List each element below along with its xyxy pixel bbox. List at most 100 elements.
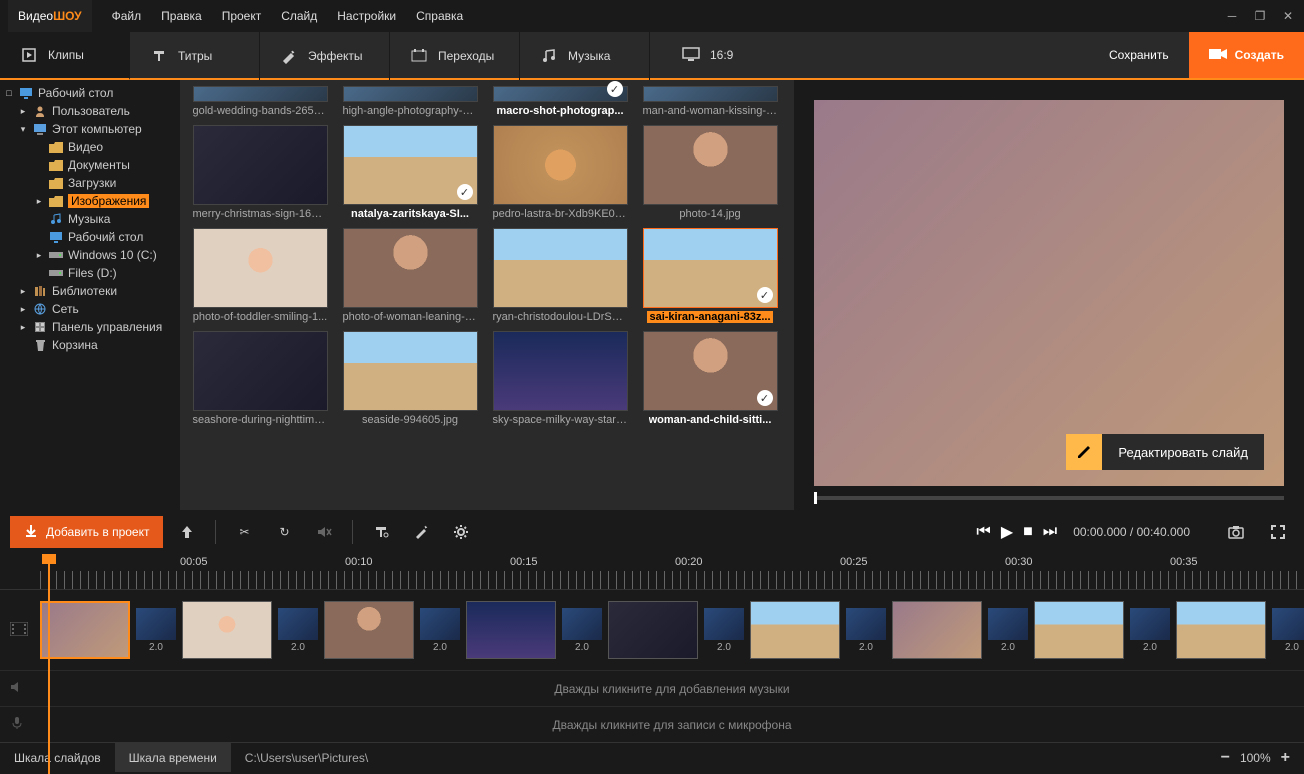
transitions-icon [410, 47, 428, 65]
thumbnail[interactable]: photo-of-woman-leaning-o... [340, 228, 480, 323]
playhead[interactable] [48, 554, 50, 774]
thumbnail[interactable]: ✓natalya-zaritskaya-SI... [340, 125, 480, 220]
transition[interactable]: 2.0 [136, 608, 176, 653]
music-icon [48, 212, 64, 226]
trash-icon [32, 338, 48, 352]
menu-справка[interactable]: Справка [408, 3, 471, 29]
timeline-clip[interactable] [608, 601, 698, 659]
edit-slide-button[interactable]: Редактировать слайд [1066, 434, 1264, 470]
thumbnail[interactable]: pedro-lastra-br-Xdb9KE0Q... [490, 125, 630, 220]
text-tool-button[interactable] [365, 516, 397, 548]
tree-item-документы[interactable]: Документы [0, 156, 180, 174]
up-arrow-button[interactable] [171, 516, 203, 548]
add-to-project-button[interactable]: Добавить в проект [10, 516, 163, 548]
aspect-ratio[interactable]: 16:9 [670, 47, 745, 64]
menu-файл[interactable]: Файл [104, 3, 150, 29]
tab-titles[interactable]: Титры [130, 32, 260, 80]
tree-item-музыка[interactable]: Музыка [0, 210, 180, 228]
folder-icon [48, 176, 64, 190]
ruler-label: 00:10 [345, 556, 373, 568]
tree-item-загрузки[interactable]: Загрузки [0, 174, 180, 192]
next-button[interactable]: ⏭ [1043, 523, 1057, 541]
tree-item-сеть[interactable]: ▸Сеть [0, 300, 180, 318]
menu-проект[interactable]: Проект [214, 3, 270, 29]
maximize-button[interactable]: ❐ [1252, 8, 1268, 24]
save-button[interactable]: Сохранить [1089, 32, 1189, 78]
mic-track[interactable]: Дважды кликните для записи с микрофона [0, 706, 1304, 742]
transition[interactable]: 2.0 [704, 608, 744, 653]
minimize-button[interactable]: ─ [1224, 8, 1240, 24]
zoom-out-button[interactable]: − [1221, 749, 1230, 767]
settings-button[interactable] [445, 516, 477, 548]
timeline-clip[interactable] [40, 601, 130, 659]
timeline-ruler[interactable]: 00:0500:1000:1500:2000:2500:3000:35 [0, 554, 1304, 590]
thumbnail[interactable]: gold-wedding-bands-2657... [190, 86, 330, 117]
tab-clips[interactable]: Клипы [0, 32, 130, 80]
preview-scrubber[interactable] [814, 496, 1284, 500]
tree-item-files--d--[interactable]: Files (D:) [0, 264, 180, 282]
timeline-clip[interactable] [466, 601, 556, 659]
video-track[interactable]: 2.0 2.0 2.0 2.0 2.0 2.0 2.0 2.0 2.0 [0, 590, 1304, 670]
thumbnail[interactable]: photo-of-toddler-smiling-1... [190, 228, 330, 323]
timeline-clip[interactable] [750, 601, 840, 659]
folder-icon [48, 140, 64, 154]
play-button[interactable]: ▶ [1001, 522, 1013, 542]
snapshot-button[interactable] [1220, 516, 1252, 548]
close-button[interactable]: ✕ [1280, 8, 1296, 24]
transition[interactable]: 2.0 [278, 608, 318, 653]
thumbnail[interactable]: man-and-woman-kissing-2... [640, 86, 780, 117]
zoom-in-button[interactable]: + [1281, 749, 1290, 767]
tree-item-рабочий-стол[interactable]: □Рабочий стол [0, 84, 180, 102]
rotate-button[interactable]: ↻ [268, 516, 300, 548]
tree-item-панель-управления[interactable]: ▸Панель управления [0, 318, 180, 336]
mic-icon [10, 716, 24, 733]
music-track[interactable]: Дважды кликните для добавления музыки [0, 670, 1304, 706]
music-icon [540, 47, 558, 65]
thumbnail[interactable]: ryan-christodoulou-LDrSJ3... [490, 228, 630, 323]
thumbnail[interactable]: ✓macro-shot-photograp... [490, 86, 630, 117]
menu-правка[interactable]: Правка [153, 3, 210, 29]
thumbnail[interactable]: high-angle-photography-o... [340, 86, 480, 117]
tree-item-корзина[interactable]: Корзина [0, 336, 180, 354]
thumbnail[interactable]: photo-14.jpg [640, 125, 780, 220]
timeline-clip[interactable] [892, 601, 982, 659]
fullscreen-button[interactable] [1262, 516, 1294, 548]
tree-item-видео[interactable]: Видео [0, 138, 180, 156]
tree-item-этот-компьютер[interactable]: ▾Этот компьютер [0, 120, 180, 138]
tab-effects[interactable]: Эффекты [260, 32, 390, 80]
thumbnail[interactable]: ✓woman-and-child-sitti... [640, 331, 780, 426]
stop-button[interactable]: ■ [1023, 523, 1033, 541]
transition[interactable]: 2.0 [562, 608, 602, 653]
prev-button[interactable]: ⏮ [976, 523, 990, 541]
timeline-clip[interactable] [1034, 601, 1124, 659]
mute-button[interactable] [308, 516, 340, 548]
check-icon: ✓ [457, 184, 473, 200]
tree-item-рабочий-стол[interactable]: Рабочий стол [0, 228, 180, 246]
transition[interactable]: 2.0 [988, 608, 1028, 653]
create-button[interactable]: Создать [1189, 32, 1304, 78]
tree-item-библиотеки[interactable]: ▸Библиотеки [0, 282, 180, 300]
tree-item-windows-10--c--[interactable]: ▸Windows 10 (C:) [0, 246, 180, 264]
menu-слайд[interactable]: Слайд [273, 3, 325, 29]
tab-transitions[interactable]: Переходы [390, 32, 520, 80]
tree-item-пользователь[interactable]: ▸Пользователь [0, 102, 180, 120]
thumbnail[interactable]: sky-space-milky-way-stars-... [490, 331, 630, 426]
preview-video[interactable]: Редактировать слайд [814, 100, 1284, 486]
tab-music[interactable]: Музыка [520, 32, 650, 80]
magic-wand-button[interactable] [405, 516, 437, 548]
panel-icon [32, 320, 48, 334]
transition[interactable]: 2.0 [420, 608, 460, 653]
thumbnail[interactable]: ✓sai-kiran-anagani-83z... [640, 228, 780, 323]
menu-настройки[interactable]: Настройки [329, 3, 404, 29]
timeline-clip[interactable] [324, 601, 414, 659]
timeline-clip[interactable] [1176, 601, 1266, 659]
transition[interactable]: 2.0 [846, 608, 886, 653]
thumbnail[interactable]: seashore-during-nighttime... [190, 331, 330, 426]
tree-item-изображения[interactable]: ▸Изображения [0, 192, 180, 210]
timeline-clip[interactable] [182, 601, 272, 659]
cut-button[interactable]: ✂ [228, 516, 260, 548]
transition[interactable]: 2.0 [1130, 608, 1170, 653]
transition[interactable]: 2.0 [1272, 608, 1304, 653]
thumbnail[interactable]: seaside-994605.jpg [340, 331, 480, 426]
thumbnail[interactable]: merry-christmas-sign-1656... [190, 125, 330, 220]
